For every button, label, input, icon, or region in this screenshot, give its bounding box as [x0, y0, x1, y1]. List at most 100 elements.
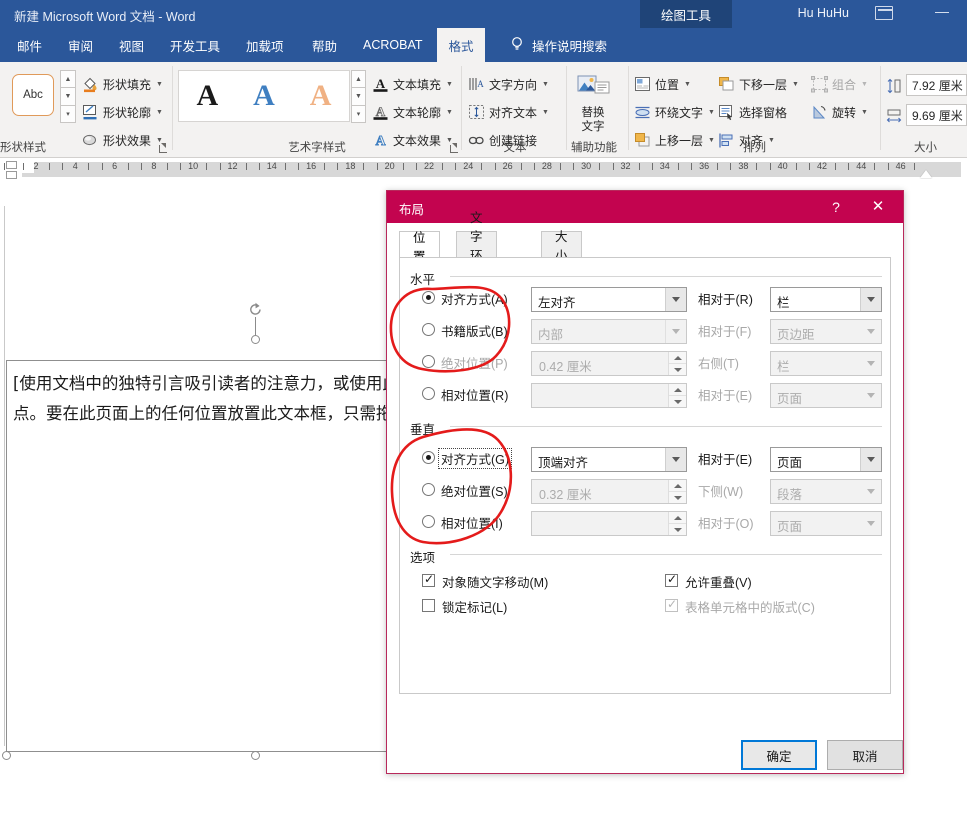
- chevron-down-icon[interactable]: [860, 352, 881, 375]
- chevron-down-icon[interactable]: ▼: [446, 109, 453, 116]
- help-button[interactable]: ?: [823, 196, 849, 218]
- chevron-down-icon[interactable]: ▼: [446, 81, 453, 88]
- shape-outline-button[interactable]: 形状轮廓 ▼: [82, 100, 163, 124]
- shape-style-gallery-scroll[interactable]: ▲ ▼ ▾: [60, 70, 76, 123]
- shape-style-preview[interactable]: Abc: [12, 74, 54, 116]
- hanging-indent-marker[interactable]: [6, 171, 17, 179]
- resize-handle-top-center[interactable]: [251, 335, 260, 344]
- dialog-tab-position[interactable]: 位置: [399, 231, 440, 264]
- tab-view[interactable]: 视图: [108, 28, 155, 62]
- chevron-down-icon[interactable]: [860, 512, 881, 535]
- chevron-down-icon[interactable]: ▼: [861, 109, 868, 116]
- checkbox-layout-in-table-cell[interactable]: [665, 597, 678, 612]
- group-objects-button[interactable]: 组合 ▼: [811, 72, 868, 96]
- spinner-up-icon[interactable]: [669, 512, 686, 524]
- combo-h-relative-to[interactable]: 页面: [770, 383, 882, 408]
- spinner-buttons[interactable]: [668, 480, 686, 503]
- ribbon-display-options-icon[interactable]: [875, 6, 893, 21]
- radio-h-alignment[interactable]: [422, 291, 435, 304]
- chevron-down-icon[interactable]: ▼: [861, 81, 868, 88]
- combo-h-alignment[interactable]: 左对齐: [531, 287, 687, 312]
- gallery-scroll-down-icon[interactable]: ▼: [351, 87, 366, 106]
- gallery-more-icon[interactable]: ▾: [351, 104, 366, 123]
- tab-acrobat[interactable]: ACROBAT: [352, 28, 434, 62]
- tab-review[interactable]: 审阅: [57, 28, 104, 62]
- spinner-down-icon[interactable]: [669, 492, 686, 503]
- rotate-objects-button[interactable]: 旋转 ▼: [811, 100, 868, 124]
- radio-h-book-layout[interactable]: [422, 323, 435, 336]
- layout-dialog[interactable]: 布局 ? ✕ 位置 文字环绕 大小 水平 对齐方式(A) 左对齐 相对于(R) …: [386, 190, 904, 774]
- chevron-down-icon[interactable]: ▼: [156, 109, 163, 116]
- radio-v-alignment[interactable]: [422, 451, 435, 464]
- chevron-down-icon[interactable]: [665, 448, 686, 471]
- chevron-down-icon[interactable]: ▼: [542, 109, 549, 116]
- send-backward-button[interactable]: 下移一层 ▼: [718, 72, 799, 96]
- position-button[interactable]: 位置 ▼: [634, 72, 691, 96]
- wordart-gallery-scroll[interactable]: ▲ ▼ ▾: [351, 70, 366, 123]
- dialog-tab-size[interactable]: 大小: [541, 230, 582, 263]
- tab-help[interactable]: 帮助: [301, 28, 348, 62]
- gallery-scroll-down-icon[interactable]: ▼: [60, 87, 76, 106]
- spin-v-absolute-position[interactable]: 0.32 厘米: [531, 479, 687, 504]
- shape-width-field[interactable]: 9.69 厘米: [906, 104, 967, 126]
- tab-format[interactable]: 格式: [437, 28, 485, 62]
- tell-me-search[interactable]: 操作说明搜索: [510, 28, 607, 62]
- text-outline-button[interactable]: A 文本轮廓 ▼: [372, 100, 453, 124]
- spinner-up-icon[interactable]: [669, 480, 686, 492]
- resize-handle-bottom-left[interactable]: [2, 751, 11, 760]
- text-fill-button[interactable]: A 文本填充 ▼: [372, 72, 453, 96]
- combo-h-alignment-relative[interactable]: 栏: [770, 287, 882, 312]
- spinner-up-icon[interactable]: [669, 384, 686, 396]
- combo-v-below[interactable]: 段落: [770, 479, 882, 504]
- combo-v-alignment[interactable]: 顶端对齐: [531, 447, 687, 472]
- rotate-handle-icon[interactable]: [247, 301, 263, 317]
- close-button[interactable]: ✕: [865, 196, 891, 218]
- selection-pane-button[interactable]: 选择窗格: [718, 100, 787, 124]
- spinner-down-icon[interactable]: [669, 524, 686, 535]
- spin-v-relative-position[interactable]: [531, 511, 687, 536]
- shape-styles-dialog-launcher[interactable]: [158, 143, 169, 154]
- minimize-button[interactable]: —: [931, 4, 953, 22]
- chevron-down-icon[interactable]: [860, 384, 881, 407]
- shape-fill-button[interactable]: 形状填充 ▼: [82, 72, 163, 96]
- dialog-tab-text-wrap[interactable]: 文字环绕: [456, 211, 497, 282]
- chevron-down-icon[interactable]: [665, 320, 686, 343]
- combo-v-relative-to[interactable]: 页面: [770, 511, 882, 536]
- radio-h-absolute-position[interactable]: [422, 355, 435, 368]
- right-indent-marker[interactable]: [920, 170, 932, 178]
- chevron-down-icon[interactable]: ▼: [792, 81, 799, 88]
- cancel-button[interactable]: 取消: [827, 740, 903, 770]
- spinner-buttons[interactable]: [668, 352, 686, 375]
- gallery-scroll-up-icon[interactable]: ▲: [351, 70, 366, 89]
- wordart-style-gallery[interactable]: A A A: [178, 70, 350, 122]
- chevron-down-icon[interactable]: [860, 480, 881, 503]
- first-line-indent-marker[interactable]: [6, 161, 17, 169]
- combo-h-book-layout[interactable]: 内部: [531, 319, 687, 344]
- wordart-sample-1[interactable]: A: [196, 81, 218, 111]
- align-text-button[interactable]: 对齐文本 ▼: [468, 100, 549, 124]
- wordart-styles-dialog-launcher[interactable]: [449, 143, 460, 154]
- spin-h-relative-position[interactable]: [531, 383, 687, 408]
- chevron-down-icon[interactable]: ▼: [542, 81, 549, 88]
- tab-developer[interactable]: 开发工具: [159, 28, 231, 62]
- checkbox-move-with-text[interactable]: [422, 572, 435, 587]
- alt-text-button[interactable]: 替换 文字: [563, 74, 623, 134]
- spinner-down-icon[interactable]: [669, 364, 686, 375]
- gallery-scroll-up-icon[interactable]: ▲: [60, 70, 76, 89]
- chevron-down-icon[interactable]: [860, 320, 881, 343]
- combo-v-alignment-relative[interactable]: 页面: [770, 447, 882, 472]
- spinner-buttons[interactable]: [668, 384, 686, 407]
- tab-add-ins[interactable]: 加载项: [235, 28, 295, 62]
- horizontal-ruler[interactable]: 2 4 6 8 10 12 14 16 18 20 22 24 26 28 30 32 34 36 38 40 42 44…: [0, 158, 967, 182]
- radio-v-absolute-position[interactable]: [422, 483, 435, 496]
- spinner-up-icon[interactable]: [669, 352, 686, 364]
- chevron-down-icon[interactable]: [860, 288, 881, 311]
- wordart-sample-3[interactable]: A: [310, 81, 332, 111]
- tab-mailings[interactable]: 邮件: [6, 28, 53, 62]
- chevron-down-icon[interactable]: ▼: [708, 109, 715, 116]
- gallery-more-icon[interactable]: ▾: [60, 104, 76, 123]
- chevron-down-icon[interactable]: [665, 288, 686, 311]
- chevron-down-icon[interactable]: [860, 448, 881, 471]
- combo-h-book-relative[interactable]: 页边距: [770, 319, 882, 344]
- combo-h-right-of[interactable]: 栏: [770, 351, 882, 376]
